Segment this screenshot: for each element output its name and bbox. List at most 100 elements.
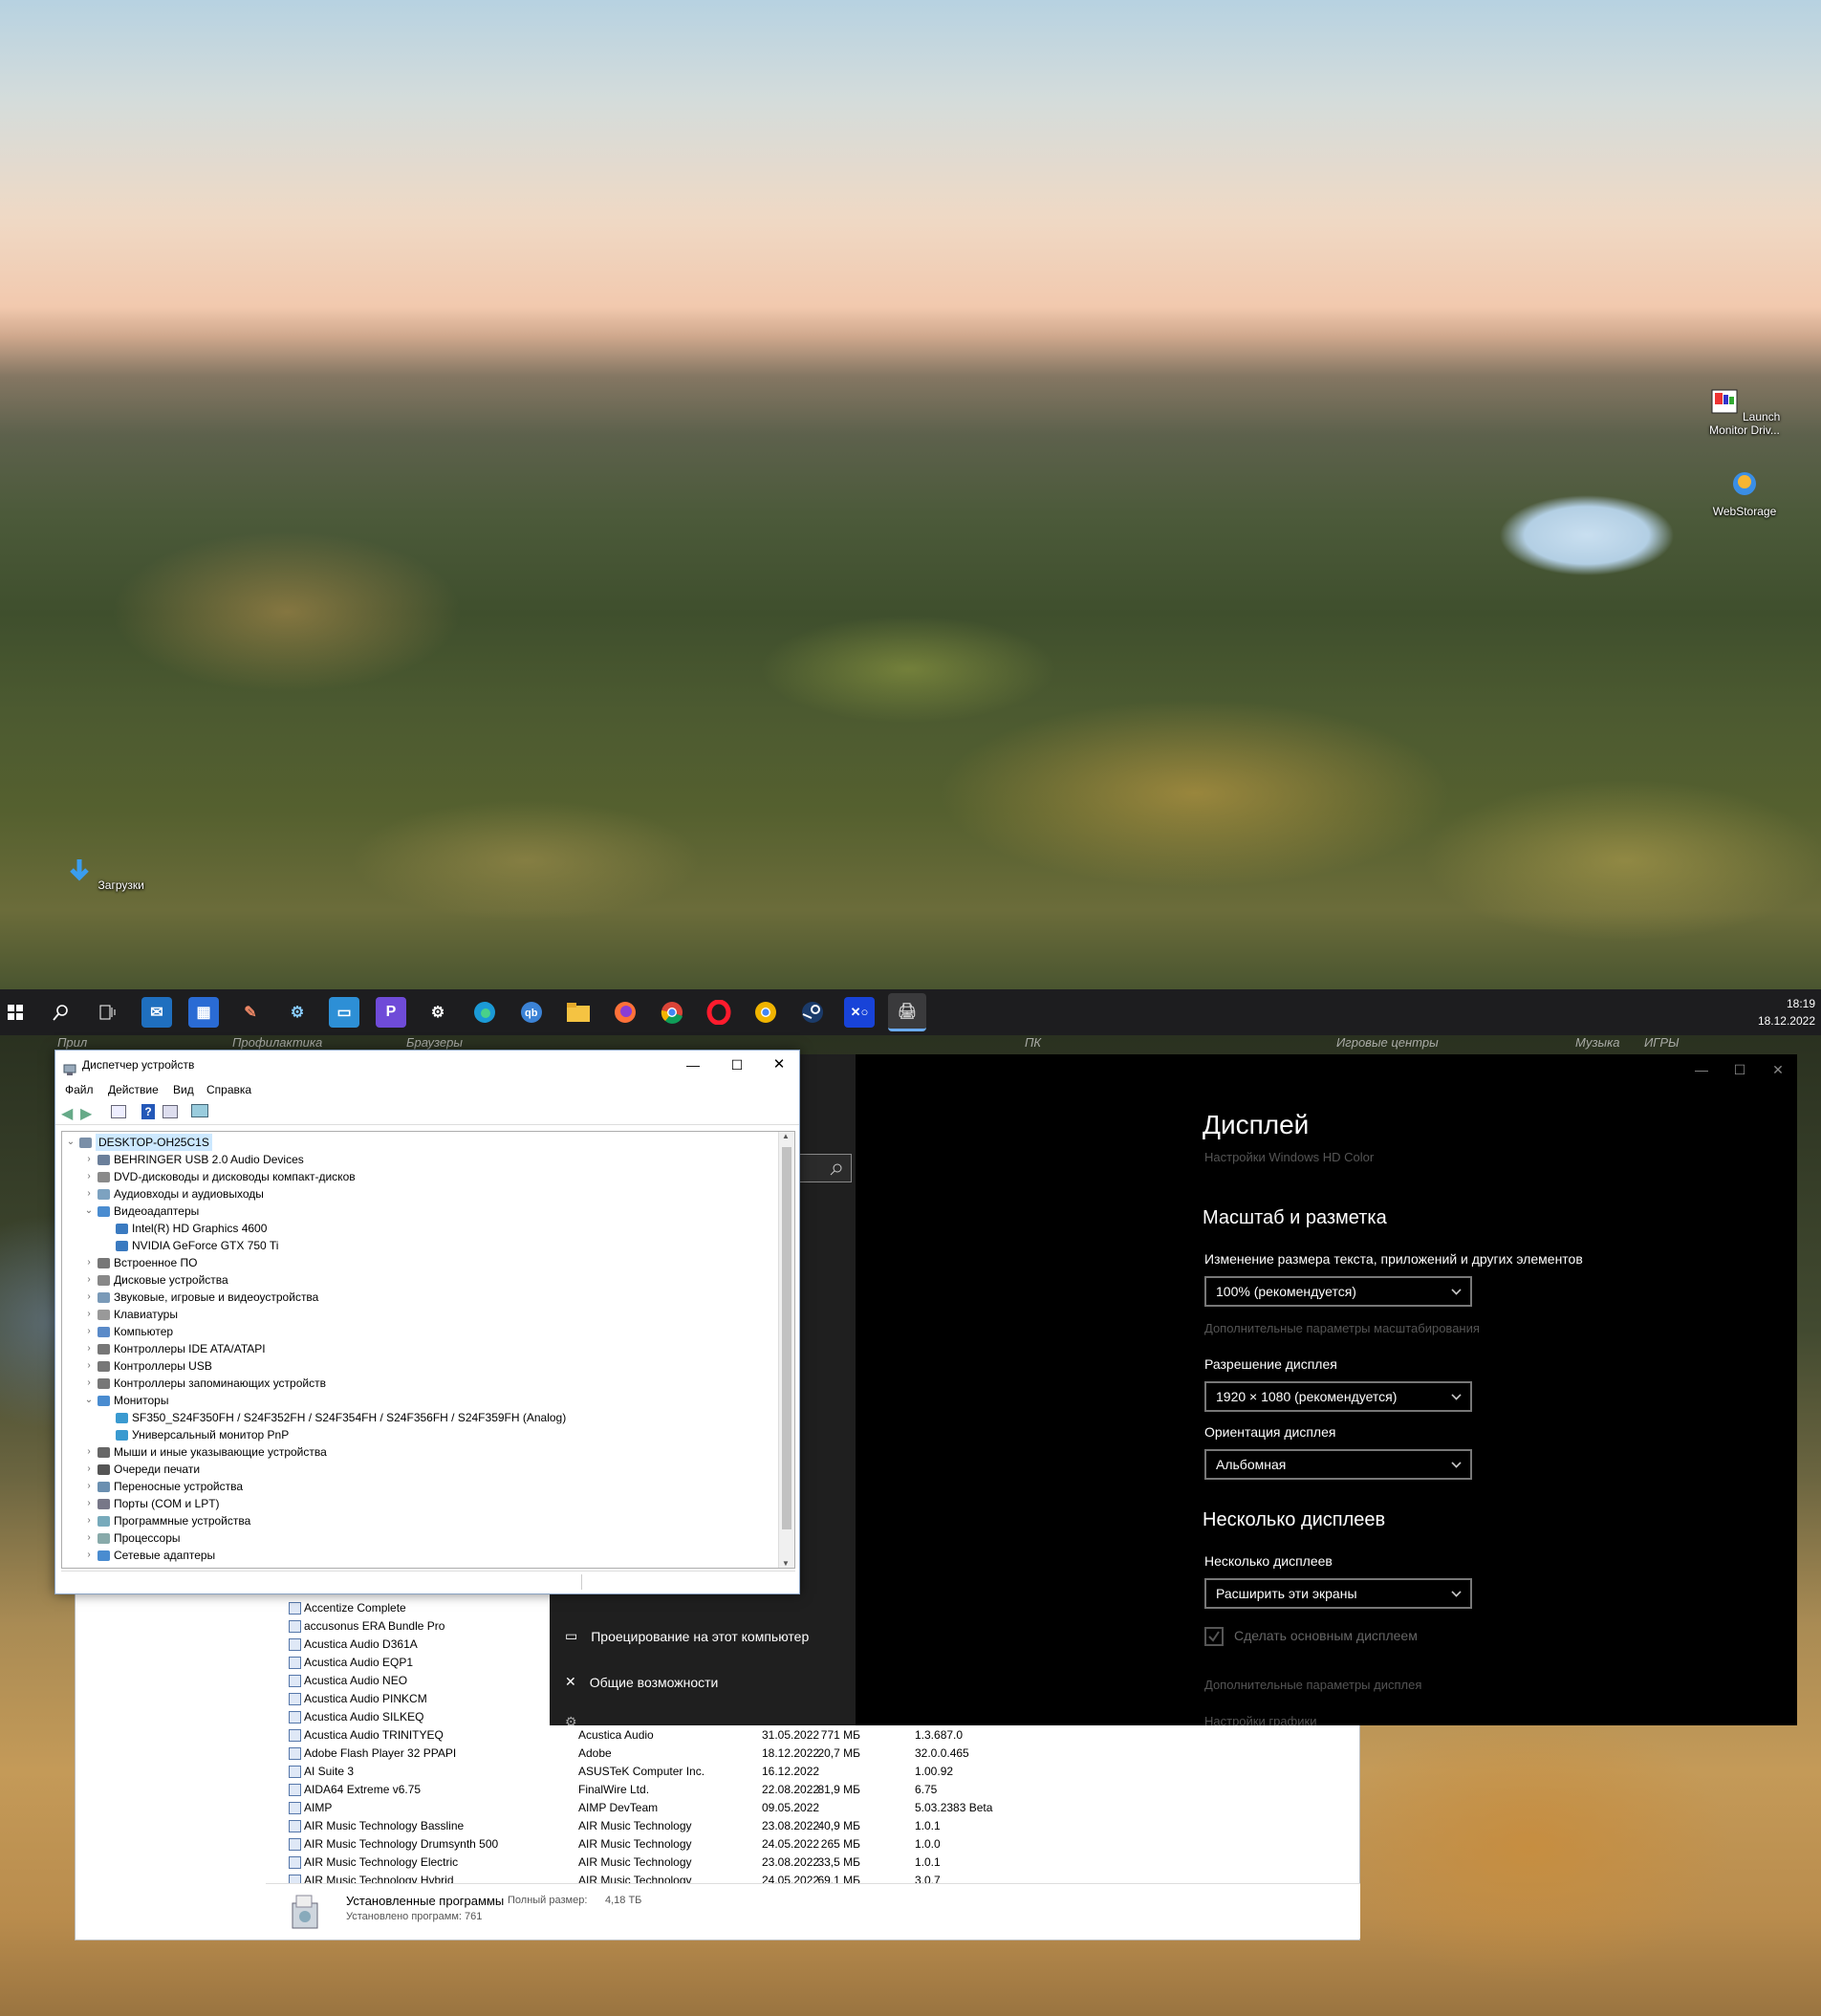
minimize-button[interactable]: — bbox=[1682, 1058, 1721, 1081]
chevron-right-icon[interactable]: › bbox=[84, 1529, 94, 1547]
tree-node[interactable]: › Порты (COM и LPT) bbox=[84, 1495, 219, 1512]
resolution-dropdown[interactable]: 1920 × 1080 (рекомендуется) bbox=[1204, 1381, 1472, 1412]
program-row[interactable]: AI Suite 3 bbox=[289, 1763, 354, 1781]
taskbar-app-generic[interactable]: ⚙ bbox=[282, 997, 313, 1028]
program-row[interactable]: Acustica Audio D361A bbox=[289, 1636, 418, 1654]
tree-node[interactable]: › Мыши и иные указывающие устройства bbox=[84, 1443, 326, 1461]
program-row[interactable]: AIR Music Technology Drumsynth 500 bbox=[289, 1835, 498, 1853]
chevron-right-icon[interactable]: › bbox=[84, 1185, 94, 1203]
taskbar-app-explorer[interactable] bbox=[563, 997, 594, 1028]
program-row[interactable]: AIMP bbox=[289, 1799, 332, 1817]
title-bar[interactable]: Диспетчер устройств — ☐ ✕ bbox=[55, 1051, 799, 1079]
chevron-right-icon[interactable]: › bbox=[84, 1306, 94, 1323]
taskbar-app-firefox[interactable] bbox=[610, 997, 640, 1028]
multi-display-dropdown[interactable]: Расширить эти экраны bbox=[1204, 1578, 1472, 1609]
chevron-right-icon[interactable]: › bbox=[84, 1461, 94, 1478]
desktop-icon-monitor-driver[interactable]: Launch Monitor Driv... bbox=[1703, 387, 1786, 437]
tree-node[interactable]: › Очереди печати bbox=[84, 1461, 200, 1478]
orientation-dropdown[interactable]: Альбомная bbox=[1204, 1449, 1472, 1480]
main-display-checkbox[interactable] bbox=[1204, 1627, 1224, 1646]
taskbar-app-edge[interactable] bbox=[469, 997, 500, 1028]
taskbar-app-paint[interactable]: ✎ bbox=[235, 997, 266, 1028]
scrollbar-thumb[interactable] bbox=[782, 1147, 791, 1529]
taskbar-app-settings[interactable]: ⚙ bbox=[423, 997, 453, 1028]
chevron-right-icon[interactable]: › bbox=[84, 1495, 94, 1512]
chevron-right-icon[interactable]: › bbox=[84, 1271, 94, 1289]
program-row[interactable]: AIDA64 Extreme v6.75 bbox=[289, 1781, 421, 1799]
taskbar-app-chrome[interactable] bbox=[657, 997, 687, 1028]
taskbar-app-store[interactable]: ▦ bbox=[188, 997, 219, 1028]
tree-node[interactable]: › Контроллеры USB bbox=[84, 1357, 212, 1375]
chevron-right-icon[interactable]: › bbox=[84, 1254, 94, 1271]
chevron-right-icon[interactable]: › bbox=[84, 1357, 94, 1375]
program-row[interactable]: Adobe Flash Player 32 PPAPI bbox=[289, 1745, 456, 1763]
advanced-scale-link[interactable]: Дополнительные параметры масштабирования bbox=[1204, 1321, 1480, 1335]
program-row[interactable]: accusonus ERA Bundle Pro bbox=[289, 1617, 444, 1636]
maximize-button[interactable]: ☐ bbox=[723, 1051, 751, 1079]
chevron-down-icon[interactable]: ⌄ bbox=[66, 1134, 76, 1151]
nav-item-shared-experiences[interactable]: ✕ Общие возможности bbox=[565, 1674, 718, 1690]
graphics-link[interactable]: Настройки графики bbox=[1204, 1714, 1316, 1725]
tree-node[interactable]: › DVD-дисководы и дисководы компакт-диско… bbox=[84, 1168, 355, 1185]
tree-node[interactable]: ⌄ Видеоадаптеры bbox=[84, 1203, 199, 1220]
tree-node[interactable]: › Программные устройства bbox=[84, 1512, 250, 1529]
program-row[interactable]: AIR Music Technology Electric bbox=[289, 1853, 458, 1872]
chevron-right-icon[interactable]: › bbox=[84, 1289, 94, 1306]
settings-search-box[interactable] bbox=[798, 1154, 852, 1182]
scale-dropdown[interactable]: 100% (рекомендуется) bbox=[1204, 1276, 1472, 1307]
tree-node[interactable]: › Сетевые адаптеры bbox=[84, 1547, 215, 1564]
chevron-right-icon[interactable]: › bbox=[84, 1340, 94, 1357]
program-row[interactable]: Acustica Audio TRINITYEQ bbox=[289, 1726, 444, 1745]
monitor-scan-icon[interactable] bbox=[191, 1104, 208, 1117]
taskbar-app-device-manager-active[interactable]: 🖨 bbox=[888, 993, 926, 1031]
menu-action[interactable]: Действие bbox=[108, 1083, 159, 1096]
program-row[interactable]: Acustica Audio SILKEQ bbox=[289, 1708, 423, 1726]
tree-node[interactable]: › Контроллеры IDE ATA/ATAPI bbox=[84, 1340, 265, 1357]
tree-node[interactable]: ⌄ DESKTOP-OH25C1S bbox=[66, 1134, 212, 1151]
program-row[interactable]: Accentize Complete bbox=[289, 1599, 406, 1617]
tree-node[interactable]: ⌄ Мониторы bbox=[84, 1392, 169, 1409]
close-button[interactable]: ✕ bbox=[1759, 1058, 1797, 1081]
nav-item-partial[interactable]: ⚙ bbox=[565, 1714, 577, 1730]
back-arrow-icon[interactable]: ◀ bbox=[61, 1104, 73, 1123]
desktop-icon-webstorage[interactable]: WebStorage bbox=[1703, 468, 1786, 518]
tree-node[interactable]: › Контроллеры запоминающих устройств bbox=[84, 1375, 326, 1392]
taskbar-app-remote-desktop[interactable]: ▭ bbox=[329, 997, 359, 1028]
taskbar-app-mail[interactable]: ✉ bbox=[141, 997, 172, 1028]
tree-node[interactable]: › BEHRINGER USB 2.0 Audio Devices bbox=[84, 1151, 303, 1168]
scroll-down-icon[interactable]: ▼ bbox=[782, 1559, 790, 1568]
program-row[interactable]: Acustica Audio NEO bbox=[289, 1672, 407, 1690]
program-row[interactable]: Acustica Audio PINKCM bbox=[289, 1690, 427, 1708]
program-row[interactable]: Acustica Audio EQP1 bbox=[289, 1654, 413, 1672]
menu-view[interactable]: Вид bbox=[173, 1083, 194, 1096]
tree-node[interactable]: NVIDIA GeForce GTX 750 Ti bbox=[102, 1237, 278, 1254]
advanced-display-link[interactable]: Дополнительные параметры дисплея bbox=[1204, 1678, 1421, 1692]
tree-node[interactable]: › Переносные устройства bbox=[84, 1478, 243, 1495]
program-row[interactable]: AIR Music Technology Bassline bbox=[289, 1817, 464, 1835]
nav-item-project[interactable]: ▭ Проецирование на этот компьютер bbox=[565, 1628, 809, 1644]
help-icon[interactable]: ? bbox=[141, 1104, 155, 1119]
properties-icon[interactable] bbox=[111, 1105, 126, 1118]
view-icon[interactable] bbox=[163, 1105, 178, 1118]
taskbar-app-opera[interactable] bbox=[704, 997, 734, 1028]
chevron-right-icon[interactable]: › bbox=[84, 1375, 94, 1392]
chevron-right-icon[interactable]: › bbox=[84, 1151, 94, 1168]
tree-node[interactable]: › Встроенное ПО bbox=[84, 1254, 197, 1271]
chevron-right-icon[interactable]: › bbox=[84, 1512, 94, 1529]
menu-file[interactable]: Файл bbox=[65, 1083, 94, 1096]
tree-node[interactable]: › Компьютер bbox=[84, 1323, 173, 1340]
chevron-right-icon[interactable]: › bbox=[84, 1168, 94, 1185]
maximize-button[interactable]: ☐ bbox=[1721, 1058, 1759, 1081]
vertical-scrollbar[interactable]: ▲ ▼ bbox=[778, 1132, 794, 1568]
hd-color-link[interactable]: Настройки Windows HD Color bbox=[1204, 1150, 1374, 1164]
search-button[interactable] bbox=[46, 997, 76, 1028]
chevron-right-icon[interactable]: › bbox=[84, 1547, 94, 1564]
start-button[interactable] bbox=[0, 997, 31, 1028]
taskbar-app-pcloud[interactable]: P bbox=[376, 997, 406, 1028]
chevron-right-icon[interactable]: › bbox=[84, 1323, 94, 1340]
tree-node[interactable]: › Дисковые устройства bbox=[84, 1271, 228, 1289]
tree-node[interactable]: SF350_S24F350FH / S24F352FH / S24F354FH … bbox=[102, 1409, 566, 1426]
chevron-down-icon[interactable]: ⌄ bbox=[84, 1203, 94, 1220]
forward-arrow-icon[interactable]: ▶ bbox=[80, 1104, 92, 1123]
task-view-button[interactable] bbox=[93, 997, 123, 1028]
